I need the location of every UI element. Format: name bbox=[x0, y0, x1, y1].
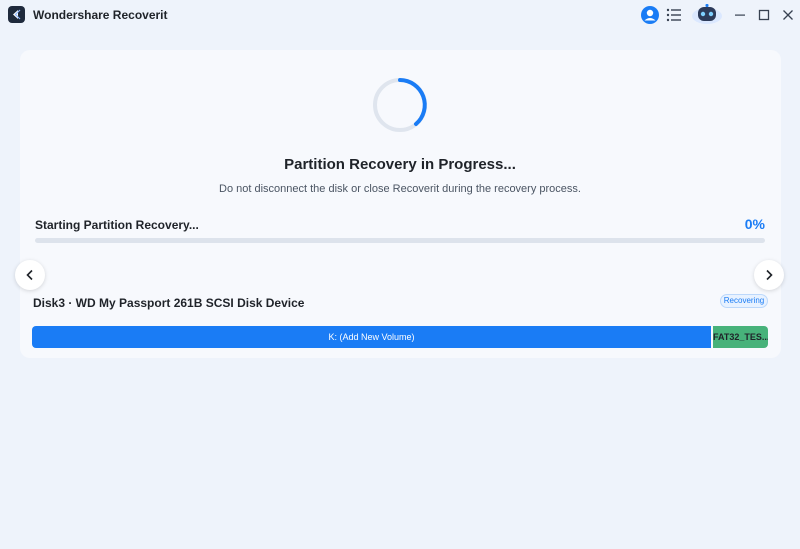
partition-map: K: (Add New Volume) FAT32_TES... bbox=[32, 326, 768, 348]
title-bar: Wondershare Recoverit bbox=[0, 0, 800, 30]
progress-label: Starting Partition Recovery... bbox=[35, 218, 199, 232]
close-icon[interactable] bbox=[780, 7, 796, 23]
app-logo-icon bbox=[8, 6, 25, 23]
loading-spinner-icon bbox=[371, 76, 429, 134]
app-title: Wondershare Recoverit bbox=[33, 8, 168, 22]
disk-name: Disk3 · WD My Passport 261B SCSI Disk De… bbox=[33, 296, 305, 310]
chevron-left-icon bbox=[26, 269, 33, 281]
warning-text: Do not disconnect the disk or close Reco… bbox=[219, 183, 581, 195]
partition-k-volume[interactable]: K: (Add New Volume) bbox=[32, 326, 711, 348]
progress-bar bbox=[35, 238, 765, 243]
maximize-icon[interactable] bbox=[756, 7, 772, 23]
user-icon[interactable] bbox=[640, 5, 660, 25]
list-icon[interactable] bbox=[665, 6, 683, 24]
status-badge: Recovering bbox=[720, 294, 768, 308]
next-button[interactable] bbox=[754, 260, 784, 290]
partition-fat32[interactable]: FAT32_TES... bbox=[713, 326, 768, 348]
previous-button[interactable] bbox=[15, 260, 45, 290]
page-title: Partition Recovery in Progress... bbox=[284, 156, 516, 173]
progress-percent: 0% bbox=[744, 216, 765, 232]
assistant-bot-icon[interactable] bbox=[690, 3, 724, 25]
minimize-icon[interactable] bbox=[732, 7, 748, 23]
chevron-right-icon bbox=[766, 269, 773, 281]
